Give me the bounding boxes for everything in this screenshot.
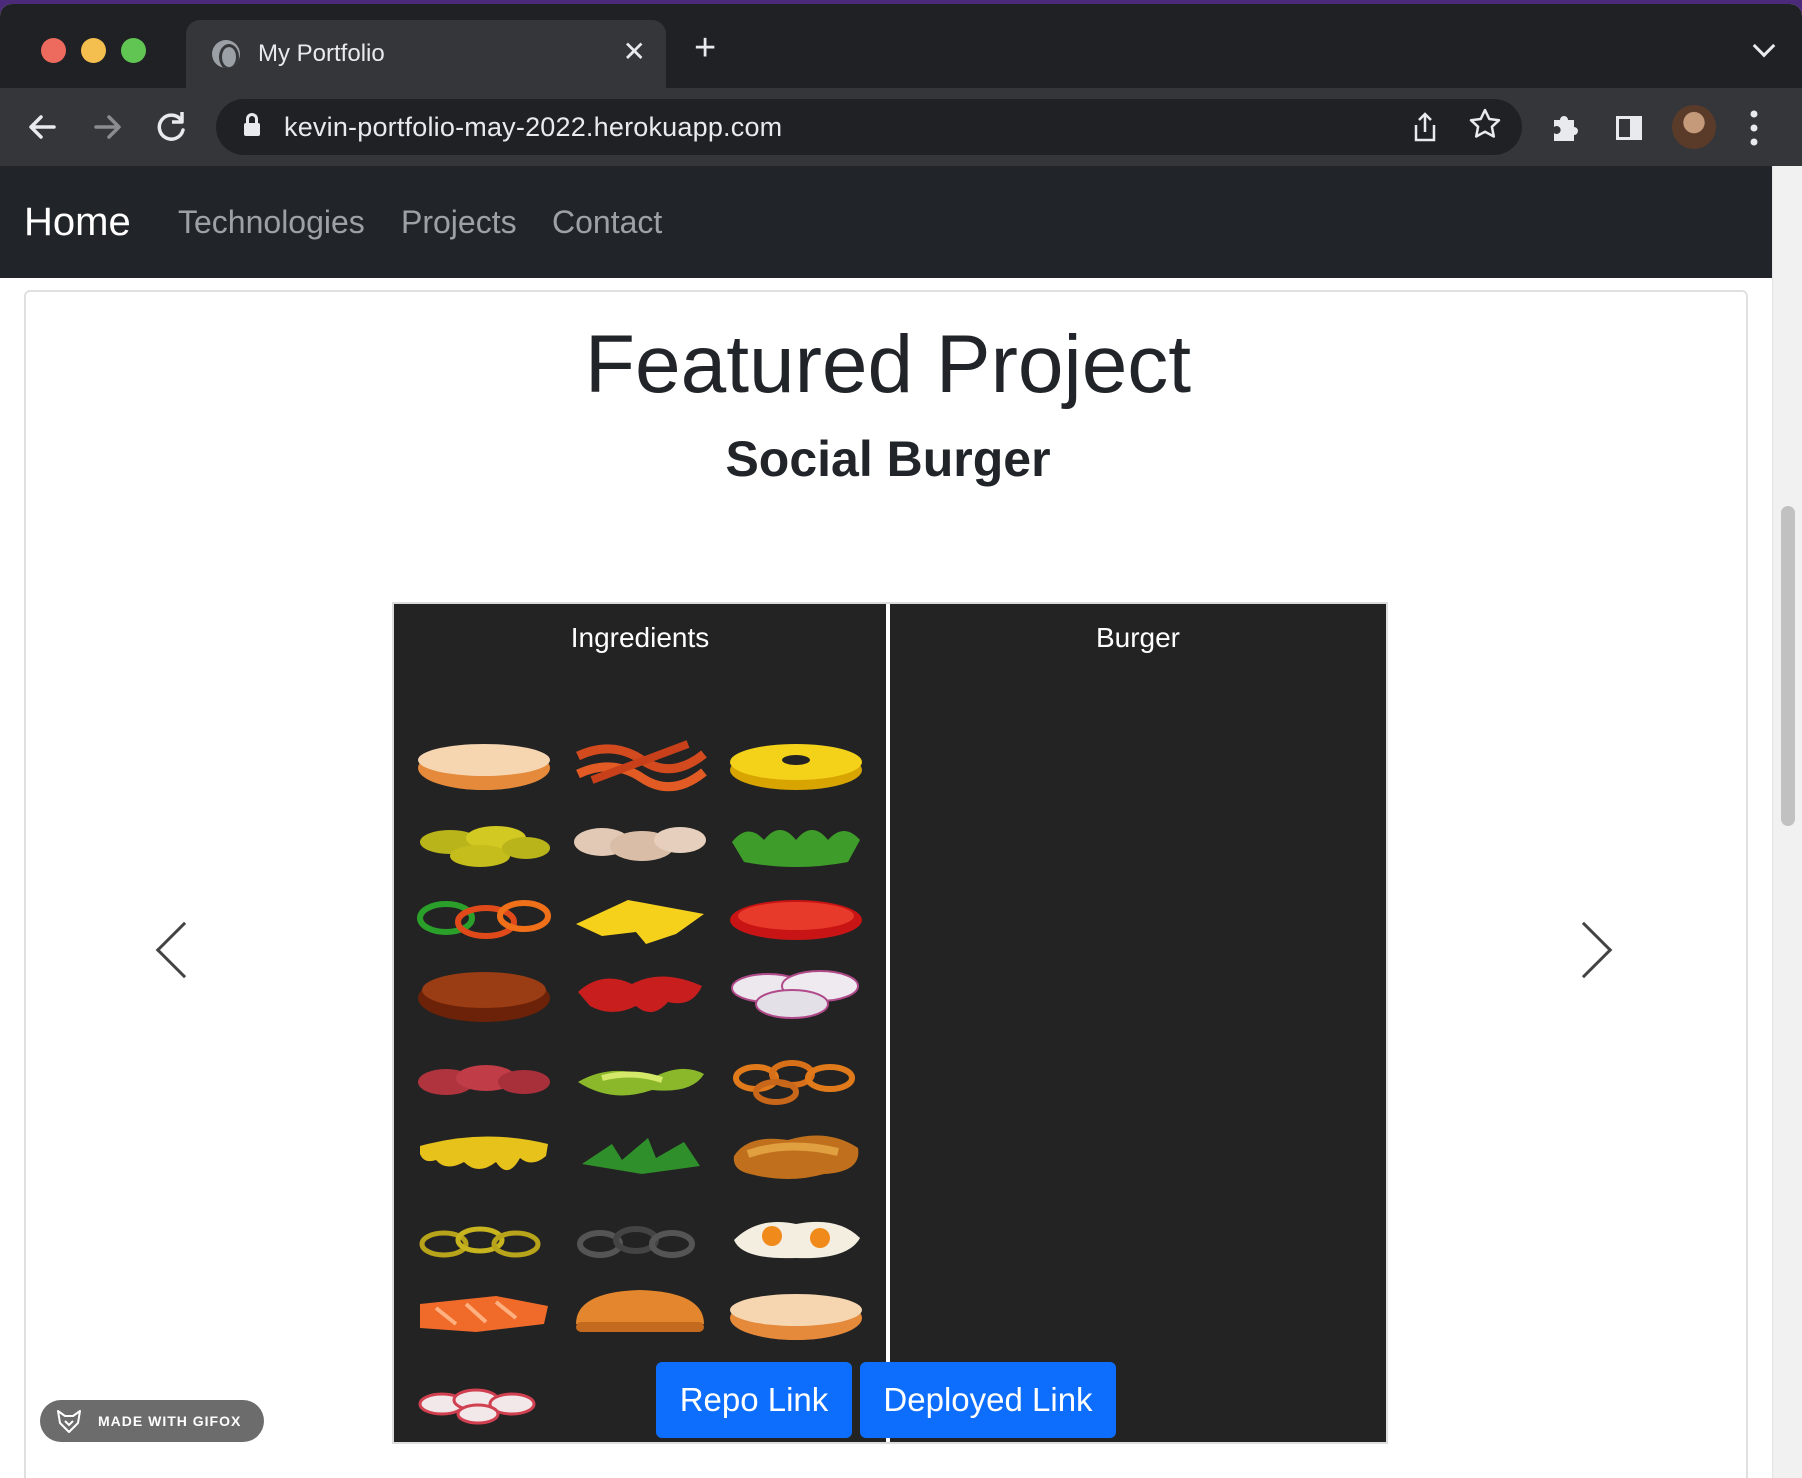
project-name: Social Burger <box>725 431 1051 487</box>
share-icon[interactable] <box>1410 111 1440 143</box>
more-menu-icon[interactable] <box>1748 108 1760 148</box>
address-bar[interactable]: kevin-portfolio-may-2022.herokuapp.com <box>216 99 1522 155</box>
ingredient-bottom-bun-2[interactable] <box>728 1284 864 1346</box>
ingredient-salami[interactable] <box>416 1048 552 1110</box>
ingredient-ketchup[interactable] <box>572 962 708 1024</box>
ingredient-arugula[interactable] <box>572 1124 708 1186</box>
ingredient-cheese[interactable] <box>572 888 708 950</box>
ingredient-lettuce[interactable] <box>728 812 864 874</box>
ingredient-peppers[interactable] <box>416 888 552 950</box>
ingredient-mushrooms[interactable] <box>572 812 708 874</box>
side-panel-icon[interactable] <box>1616 116 1642 140</box>
gifox-text: MADE WITH GIFOX <box>98 1413 242 1429</box>
nav-contact-link[interactable]: Contact <box>552 204 662 241</box>
browser-toolbar: kevin-portfolio-may-2022.herokuapp.com <box>0 88 1802 166</box>
ingredient-chicken-cutlet[interactable] <box>728 1124 864 1186</box>
globe-icon <box>212 40 240 68</box>
browser-tab[interactable]: My Portfolio ✕ <box>186 20 666 88</box>
tab-bar: My Portfolio ✕ + <box>0 4 1802 88</box>
lock-icon[interactable] <box>244 113 260 137</box>
repo-link-button[interactable]: Repo Link <box>656 1362 852 1438</box>
project-preview: Ingredients Burger <box>392 602 1388 1444</box>
nav-projects-link[interactable]: Projects <box>401 204 517 241</box>
ingredient-salmon[interactable] <box>416 1284 552 1346</box>
maximize-window-button[interactable] <box>121 38 146 63</box>
ingredient-bacon[interactable] <box>572 734 708 796</box>
tab-search-chevron-icon[interactable] <box>1752 34 1776 58</box>
extensions-puzzle-icon[interactable] <box>1548 110 1582 150</box>
chevron-right-icon <box>1555 921 1613 979</box>
back-arrow-icon[interactable] <box>20 104 66 150</box>
ingredient-melted-cheese[interactable] <box>416 1124 552 1186</box>
ingredient-avocado[interactable] <box>572 1048 708 1110</box>
carousel-prev-button[interactable] <box>150 912 213 992</box>
ingredient-onion-rings[interactable] <box>728 1048 864 1110</box>
featured-project-card: Featured Project Social Burger Ingredien… <box>24 290 1748 1478</box>
browser-window: My Portfolio ✕ + kevin-portfolio-may-202… <box>0 4 1802 1478</box>
nav-home-link[interactable]: Home <box>24 200 131 245</box>
site-navbar: Home Technologies Projects Contact <box>0 166 1772 278</box>
ingredient-olives[interactable] <box>572 1210 708 1272</box>
profile-avatar[interactable] <box>1672 105 1716 149</box>
ingredient-onion[interactable] <box>728 962 864 1024</box>
burger-panel[interactable]: Burger <box>890 604 1386 1442</box>
scrollbar-thumb[interactable] <box>1781 506 1795 826</box>
ingredient-bottom-bun[interactable] <box>416 734 552 796</box>
close-tab-icon[interactable]: ✕ <box>623 36 646 68</box>
bookmark-star-icon[interactable] <box>1468 107 1502 150</box>
ingredient-beef-patty[interactable] <box>416 962 552 1024</box>
page-scrollbar[interactable] <box>1772 166 1802 1478</box>
page-viewport: Home Technologies Projects Contact Featu… <box>0 166 1772 1478</box>
chevron-left-icon <box>155 921 213 979</box>
ingredients-title: Ingredients <box>570 622 710 653</box>
ingredient-fried-eggs[interactable] <box>728 1210 864 1272</box>
burger-title: Burger <box>1095 622 1181 653</box>
close-window-button[interactable] <box>41 38 66 63</box>
new-tab-button[interactable]: + <box>694 28 716 68</box>
ingredient-radishes[interactable] <box>416 1372 552 1434</box>
reload-icon[interactable] <box>148 104 194 150</box>
forward-arrow-icon[interactable] <box>84 104 130 150</box>
ingredients-panel: Ingredients <box>394 604 886 1442</box>
ingredient-pineapple[interactable] <box>728 734 864 796</box>
nav-technologies-link[interactable]: Technologies <box>178 204 365 241</box>
tab-title: My Portfolio <box>258 40 385 67</box>
featured-heading: Featured Project <box>584 319 1192 410</box>
minimize-window-button[interactable] <box>81 38 106 63</box>
ingredient-tomato[interactable] <box>728 888 864 950</box>
gifox-watermark: MADE WITH GIFOX <box>40 1400 264 1442</box>
carousel-next-button[interactable] <box>1555 912 1618 992</box>
ingredient-banana-peppers[interactable] <box>416 1210 552 1272</box>
fox-logo-icon <box>56 1408 82 1434</box>
ingredient-pickles[interactable] <box>416 812 552 874</box>
url-text[interactable]: kevin-portfolio-may-2022.herokuapp.com <box>284 112 782 143</box>
ingredient-top-bun[interactable] <box>572 1284 708 1346</box>
deployed-link-button[interactable]: Deployed Link <box>860 1362 1116 1438</box>
